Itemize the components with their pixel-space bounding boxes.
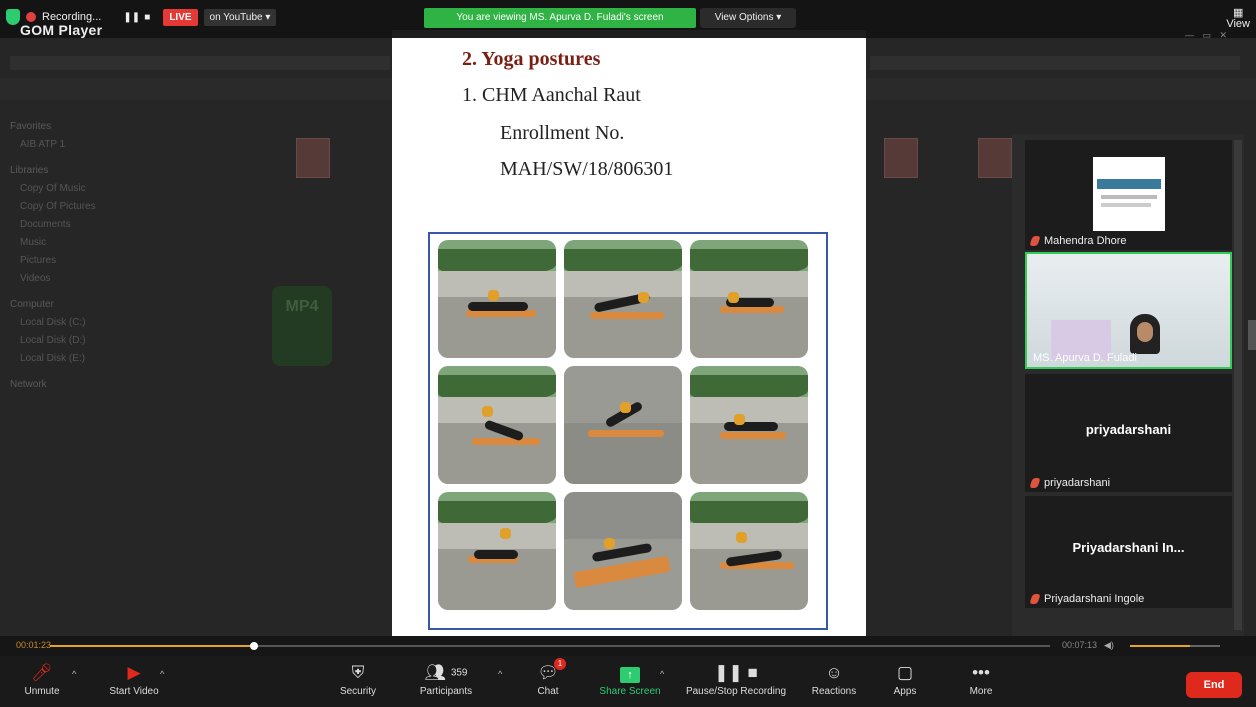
volume-slider[interactable]	[1130, 645, 1220, 647]
video-options-caret[interactable]: ^	[160, 669, 164, 679]
file-icon	[884, 138, 918, 178]
view-label: View	[1226, 18, 1250, 30]
apps-button[interactable]: ▢ Apps	[880, 662, 930, 697]
live-badge: LIVE	[163, 8, 198, 26]
yoga-photo	[690, 366, 808, 484]
sidebar-item: Copy Of Music	[20, 183, 86, 194]
participant-name: priyadarshani	[1029, 477, 1110, 489]
yoga-photo	[690, 240, 808, 358]
participant-tile[interactable]: priyadarshani priyadarshani	[1025, 374, 1232, 492]
explorer-address-bar	[10, 56, 390, 70]
sidebar-item: Local Disk (C:)	[20, 317, 86, 328]
pause-stop-recording-button[interactable]: ❚❚ ■ Pause/Stop Recording	[680, 662, 792, 697]
mic-muted-icon	[1029, 236, 1041, 246]
view-button[interactable]: ▦ View	[1226, 8, 1250, 30]
chat-button[interactable]: 💬︎ Chat	[520, 662, 576, 697]
reactions-icon: ☺︎	[825, 663, 843, 682]
participant-name: MS. Apurva D. Fuladi	[1033, 352, 1137, 364]
pause-icon[interactable]: ❚❚	[123, 12, 140, 23]
participants-button[interactable]: 👥︎ 359 Participants	[408, 662, 484, 697]
pause-stop-icon: ❚❚ ■	[714, 663, 758, 682]
sidebar-item: AIB ATP 1	[20, 139, 66, 150]
explorer-search-bar	[870, 56, 1240, 70]
apps-icon: ▢	[896, 663, 914, 682]
viewing-banner: You are viewing MS. Apurva D. Fuladi's s…	[424, 8, 696, 28]
sidebar-item: Local Disk (E:)	[20, 353, 86, 364]
participant-picture	[1093, 157, 1165, 231]
volume-icon[interactable]: ◀)	[1104, 640, 1114, 651]
more-icon: •••	[972, 663, 990, 682]
panel-collapse-handle[interactable]	[1248, 320, 1256, 350]
mic-muted-icon	[1029, 478, 1041, 488]
gallery-scrollbar[interactable]	[1234, 140, 1242, 630]
yoga-photo	[438, 492, 556, 610]
active-speaker-video-tile[interactable]: MS. Apurva D. Fuladi	[1025, 252, 1232, 369]
sidebar-item: Local Disk (D:)	[20, 335, 86, 346]
doc-line-enrollment: Enrollment No.	[500, 122, 625, 144]
sidebar-item: Music	[20, 237, 47, 248]
doc-line-number: MAH/SW/18/806301	[500, 158, 674, 180]
sidebar-item: Computer	[10, 299, 54, 310]
shared-screen-document: 2. Yoga postures 1. CHM Aanchal Raut Enr…	[392, 38, 866, 636]
player-seek-row: 00:01:23 00:07:13 ◀)	[0, 636, 1256, 656]
yoga-photo	[438, 240, 556, 358]
security-button[interactable]: ⛨ Security	[328, 662, 388, 697]
start-video-button[interactable]: ▶︎ Start Video	[96, 662, 172, 697]
total-time: 00:07:13	[1062, 640, 1098, 650]
participants-icon: 👥︎ 359	[424, 663, 468, 682]
yoga-photo	[564, 240, 682, 358]
sidebar-item: Copy Of Pictures	[20, 201, 96, 212]
sidebar-item: Network	[10, 379, 47, 390]
sidebar-item: Pictures	[20, 255, 57, 266]
sidebar-item: Libraries	[10, 165, 49, 176]
shield-icon: ⛨	[351, 663, 365, 682]
participant-tile[interactable]: Priyadarshani In... Priyadarshani Ingole	[1025, 496, 1232, 608]
reactions-button[interactable]: ☺︎ Reactions	[804, 662, 864, 697]
seek-handle[interactable]	[250, 642, 258, 650]
elapsed-time: 00:01:23	[16, 640, 52, 650]
zoom-window: Favorites AIB ATP 1 Libraries Copy Of Mu…	[0, 0, 1256, 707]
seek-bar[interactable]	[50, 642, 1050, 650]
participant-name: Priyadarshani Ingole	[1029, 593, 1144, 605]
yoga-photo-collage	[428, 232, 828, 630]
chat-unread-badge: 1	[554, 658, 566, 670]
doc-heading: 2. Yoga postures	[462, 48, 601, 70]
stop-icon[interactable]: ■	[141, 12, 153, 23]
stream-target-dropdown[interactable]: on YouTube ▾	[203, 8, 277, 26]
unmute-button[interactable]: 🎤︎ Unmute	[14, 662, 70, 697]
more-button[interactable]: ••• More	[956, 662, 1006, 697]
participant-name: Mahendra Dhore	[1029, 235, 1127, 247]
window-controls: — ▭ ✕	[1184, 30, 1230, 40]
explorer-sidebar: Favorites AIB ATP 1 Libraries Copy Of Mu…	[10, 110, 260, 394]
recording-dot-icon	[26, 12, 36, 22]
participant-display-name: Priyadarshani In...	[1072, 540, 1185, 555]
yoga-photo	[564, 492, 682, 610]
share-screen-button[interactable]: ↑ Share Screen	[592, 662, 668, 697]
yoga-photo	[564, 366, 682, 484]
mic-muted-icon	[1029, 594, 1041, 604]
sidebar-item: Favorites	[10, 121, 52, 132]
yoga-photo	[438, 366, 556, 484]
file-icon	[978, 138, 1012, 178]
sidebar-item: Documents	[20, 219, 71, 230]
end-meeting-button[interactable]: End	[1186, 672, 1242, 698]
participants-options-caret[interactable]: ^	[498, 669, 502, 679]
app-name: GOM Player	[20, 22, 103, 38]
view-options-button[interactable]: View Options ▾	[700, 8, 796, 28]
audio-options-caret[interactable]: ^	[72, 669, 76, 679]
mic-muted-icon: 🎤︎	[31, 663, 53, 682]
sidebar-item: Videos	[20, 273, 51, 284]
meeting-toolbar: 🎤︎ Unmute ^ ▶︎ Start Video ^ ⛨ Security …	[0, 656, 1256, 707]
participant-display-name: priyadarshani	[1085, 422, 1172, 437]
chat-icon: 💬︎	[537, 663, 559, 682]
mp4-file-icon: MP4	[272, 286, 332, 366]
shield-icon	[6, 9, 20, 25]
doc-line-name: 1. CHM Aanchal Raut	[462, 84, 641, 106]
share-screen-icon: ↑	[592, 662, 668, 684]
file-icon	[296, 138, 330, 178]
share-options-caret[interactable]: ^	[660, 669, 664, 679]
yoga-photo	[690, 492, 808, 610]
